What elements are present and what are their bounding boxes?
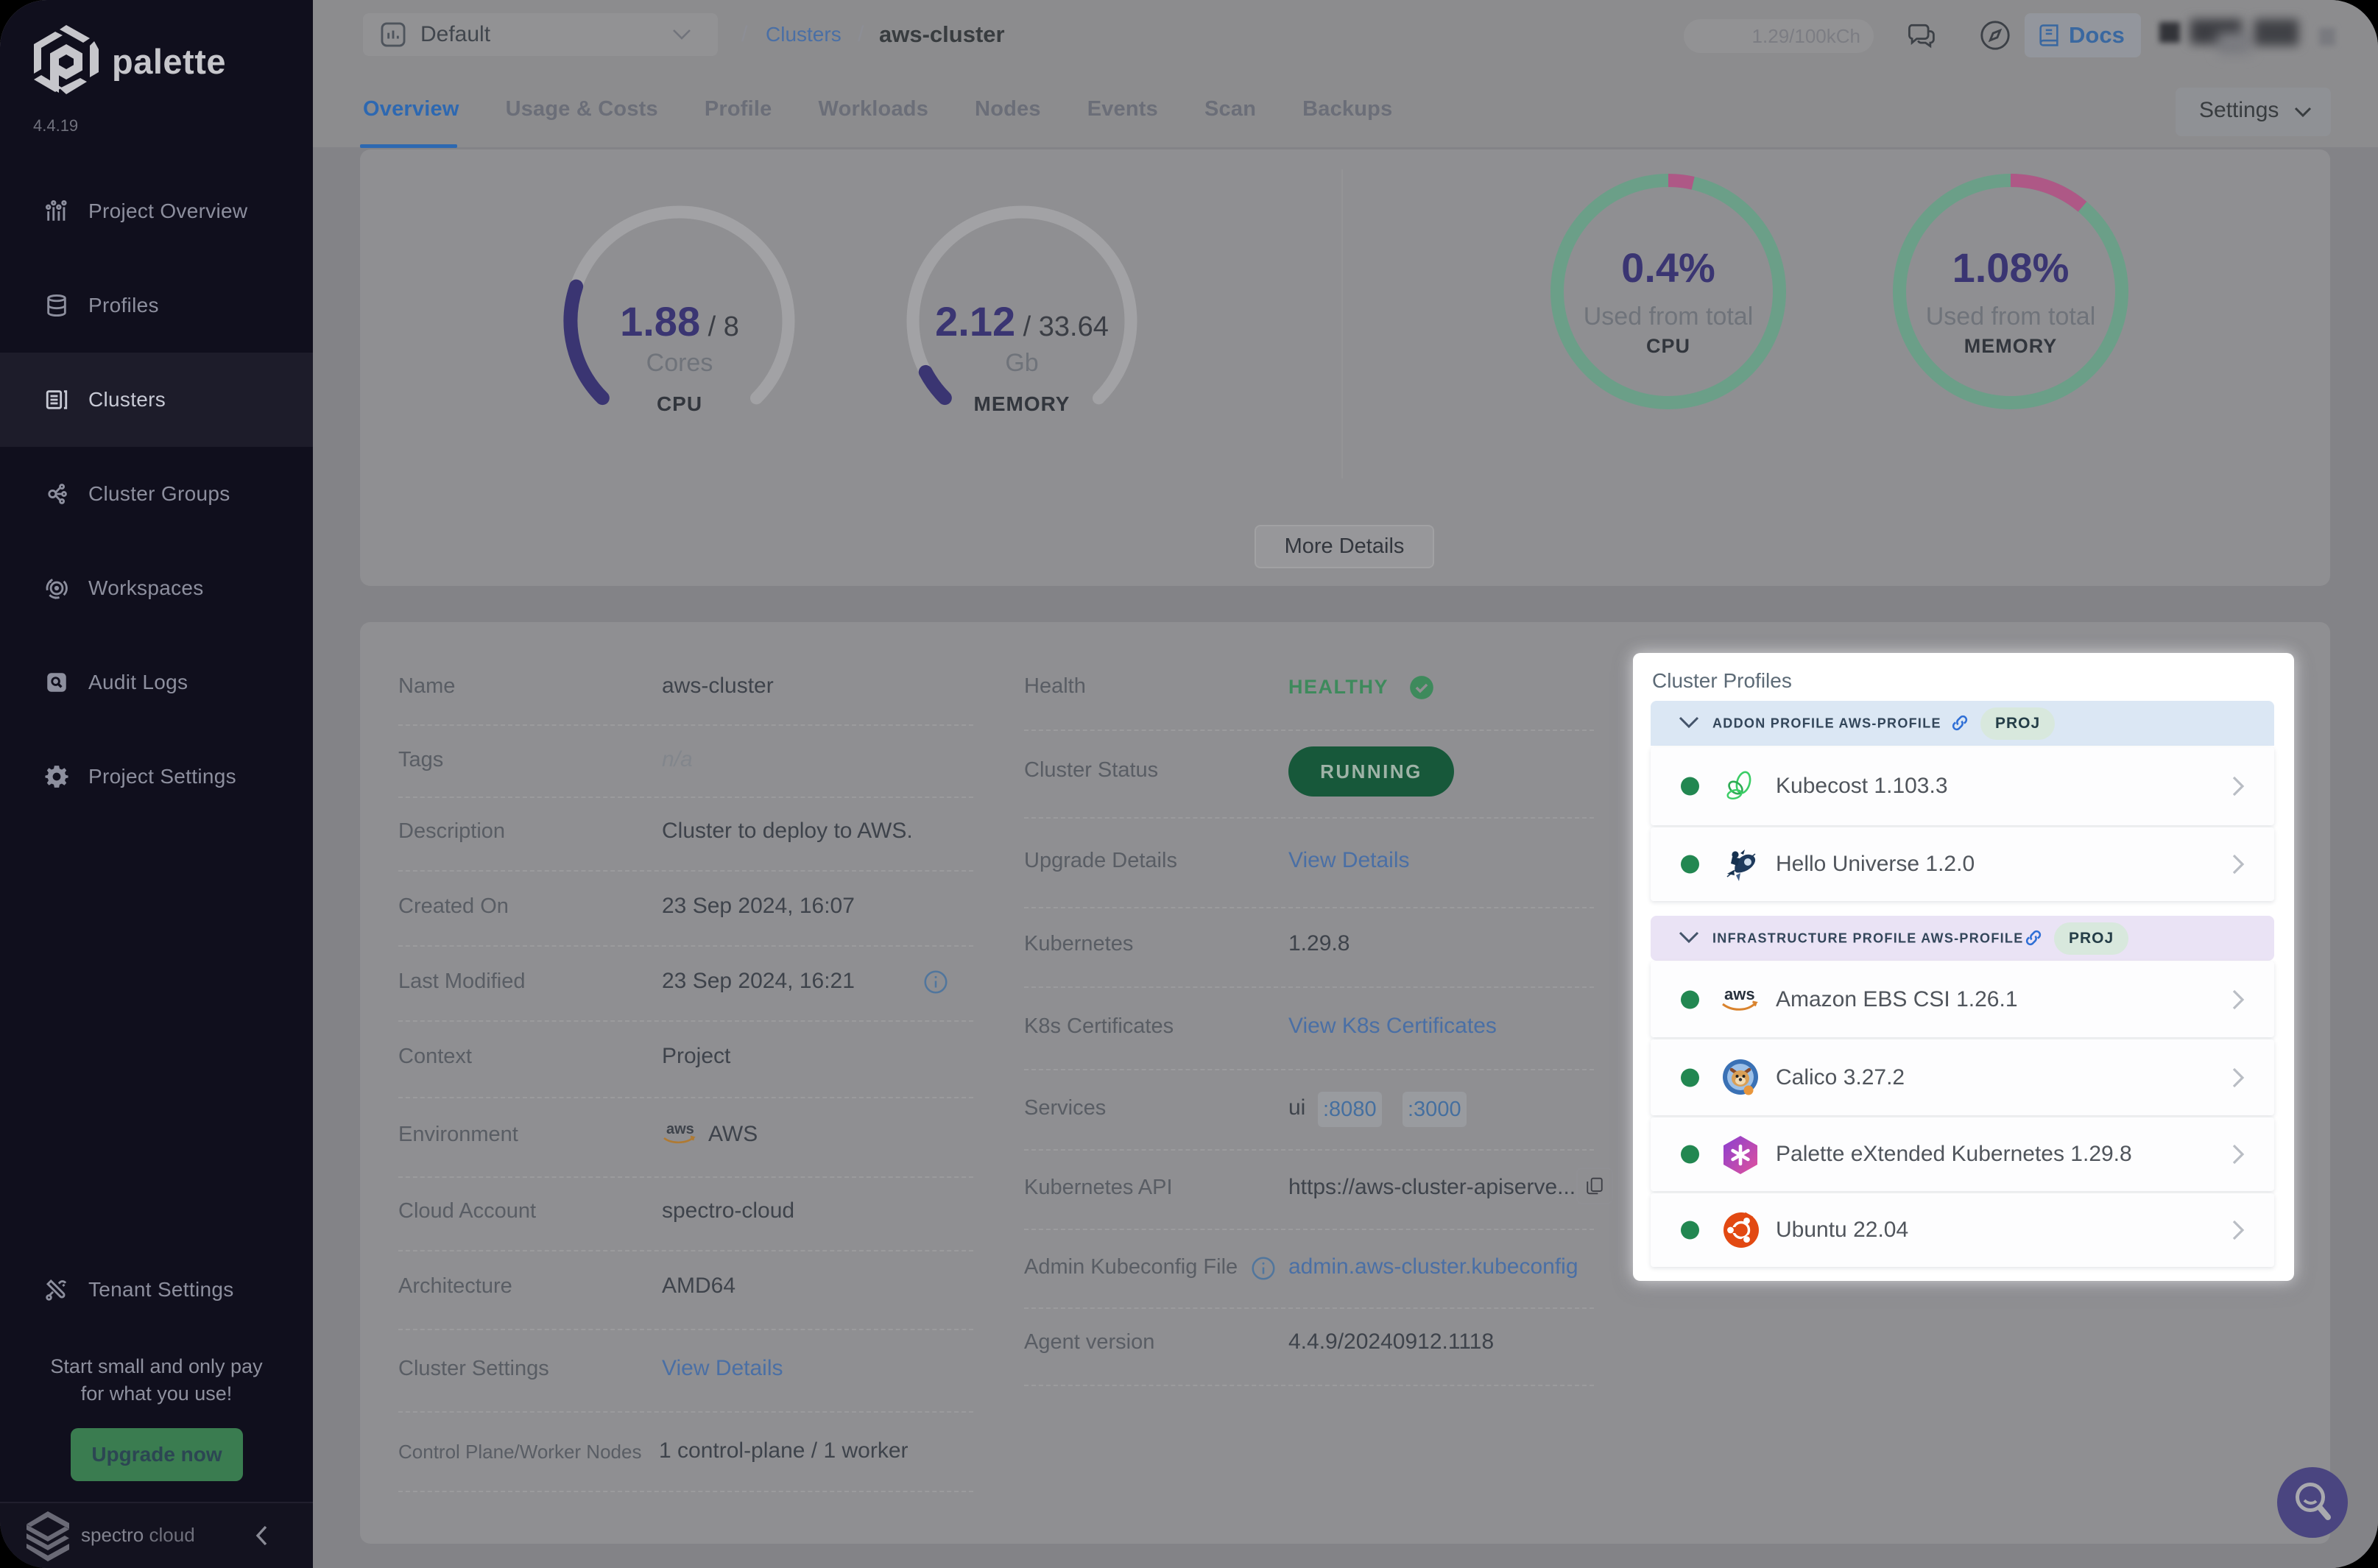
svg-text:aws: aws [1724,985,1755,1003]
svg-text:aws: aws [666,1121,694,1137]
